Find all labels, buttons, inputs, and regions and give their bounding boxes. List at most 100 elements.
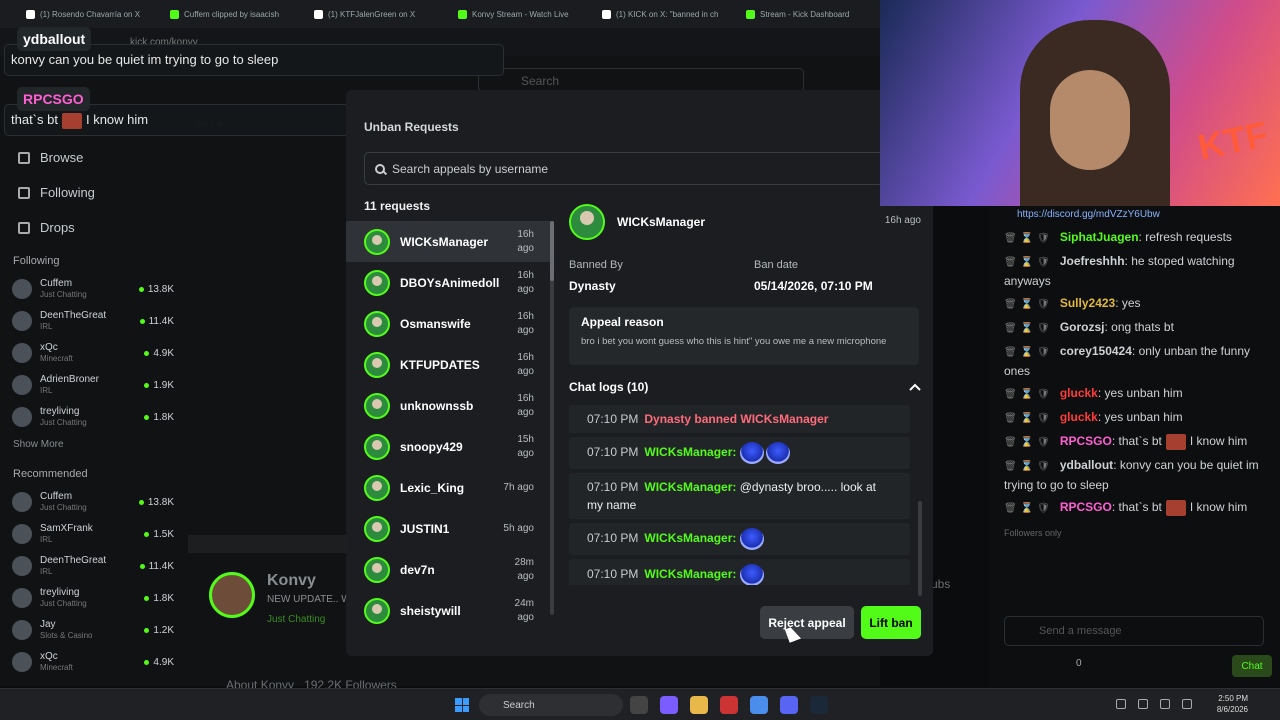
browser-tab[interactable]: Konvy Stream - Watch Live <box>452 4 592 24</box>
sidebar-channel[interactable]: AdrienBroner IRL 1.9K <box>0 369 188 401</box>
mod-actions-icon[interactable]: 🗑⌛🛡 <box>1004 299 1054 310</box>
steam-icon[interactable] <box>810 696 828 714</box>
mod-actions-icon[interactable]: 🗑⌛🛡 <box>1004 323 1054 334</box>
discord-icon[interactable] <box>780 696 798 714</box>
request-item[interactable]: snoopy429 15h ago <box>346 426 552 467</box>
browser-tab-label: Konvy Stream - Watch Live <box>472 9 569 19</box>
chat-message: 🗑⌛🛡 gluckk: yes unban him <box>1004 408 1266 428</box>
app-icon[interactable] <box>720 696 738 714</box>
send-message-input[interactable]: Send a message <box>1004 616 1264 646</box>
pinned-link[interactable]: https://discord.gg/mdVZzY6Ubw <box>1004 206 1266 224</box>
browser-tab[interactable]: (1) Rosendo Chavarría on X <box>20 4 160 24</box>
request-item[interactable]: DBOYsAnimedolls 16h ago <box>346 262 552 303</box>
lift-ban-button[interactable]: Lift ban <box>861 606 921 639</box>
chat-username[interactable]: gluckk <box>1060 410 1098 424</box>
mod-actions-icon[interactable]: 🗑⌛🛡 <box>1004 413 1054 424</box>
overlay-message-text: that`s bt <box>11 112 58 127</box>
wifi-icon[interactable] <box>1160 699 1170 709</box>
system-tray <box>1116 699 1192 709</box>
request-item[interactable]: Lexic_King 7h ago <box>346 467 552 508</box>
viewer-count: 4.9K <box>144 657 174 668</box>
reject-appeal-button[interactable]: Reject appeal <box>760 606 854 639</box>
sidebar-channel[interactable]: SamXFrank IRL 1.5K <box>0 518 188 550</box>
mod-actions-icon[interactable]: 🗑⌛🛡 <box>1004 389 1054 400</box>
chat-username[interactable]: Joefreshhh <box>1060 254 1125 268</box>
channel-name: xQc <box>40 342 58 353</box>
sidebar-channel[interactable]: treyliving Just Chatting 1.8K <box>0 582 188 614</box>
sidebar-item-browse[interactable]: Browse <box>0 140 188 175</box>
browser-tab[interactable]: (1) KTFJalenGreen on X <box>308 4 448 24</box>
mod-actions-icon[interactable]: 🗑⌛🛡 <box>1004 233 1054 244</box>
chat-username[interactable]: RPCSGO <box>1060 434 1112 448</box>
request-item[interactable]: sheistywill 24m ago <box>346 590 552 631</box>
chat-username[interactable]: gluckk <box>1060 386 1098 400</box>
mod-actions-icon[interactable]: 🗑⌛🛡 <box>1004 347 1054 358</box>
channel-category: IRL <box>40 386 53 395</box>
x-icon <box>602 9 611 19</box>
log-username: WICKsManager: <box>644 531 737 546</box>
clock[interactable]: 2:50 PM 8/6/2026 <box>1217 693 1248 715</box>
request-username: sheistywill <box>400 603 461 618</box>
sidebar-channel[interactable]: Cuffem Just Chatting 13.8K <box>0 273 188 305</box>
request-username: KTFUPDATES <box>400 357 480 372</box>
sidebar-item-following[interactable]: Following <box>0 175 188 210</box>
browser-tab[interactable]: Cuffem clipped by isaacish <box>164 4 304 24</box>
sidebar-channel[interactable]: Cuffem Just Chatting 13.8K <box>0 486 188 518</box>
viewer-count: 11.4K <box>140 561 174 572</box>
copilot-icon[interactable] <box>660 696 678 714</box>
sidebar-channel[interactable]: treyliving Just Chatting 1.8K <box>0 401 188 433</box>
request-item[interactable]: KTFUPDATES 16h ago <box>346 344 552 385</box>
appeals-search-input[interactable]: Search appeals by username <box>364 152 884 185</box>
browser-tab-label: (1) Rosendo Chavarría on X <box>40 9 141 19</box>
request-item[interactable]: Osmanswife 16h ago <box>346 303 552 344</box>
chat-log-scrollbar[interactable] <box>918 501 922 596</box>
chat-text: : yes <box>1115 296 1141 310</box>
show-more-link[interactable]: Show More <box>0 433 188 458</box>
sidebar-channel[interactable]: DeenTheGreat IRL 11.4K <box>0 305 188 337</box>
network-icon[interactable] <box>1138 699 1148 709</box>
chat-username[interactable]: Sully2423 <box>1060 296 1115 310</box>
chat-username[interactable]: RPCSGO <box>1060 500 1112 514</box>
browser-tab[interactable]: Stream - Kick Dashboard <box>740 4 880 24</box>
chat-username[interactable]: corey150424 <box>1060 344 1132 358</box>
emote-icon <box>1165 499 1186 516</box>
chat-send-button[interactable]: Chat <box>1232 655 1272 677</box>
sidebar-channel[interactable]: Jay Slots & Casino 1.2K <box>0 614 188 646</box>
sidebar-channel[interactable]: xQc Minecraft 4.9K <box>0 646 188 678</box>
avatar <box>12 375 32 395</box>
mod-actions-icon[interactable]: 🗑⌛🛡 <box>1004 503 1054 514</box>
requests-count: 11 requests <box>364 199 431 213</box>
browser-tab[interactable]: (1) KICK on X: "banned in ch <box>596 4 736 24</box>
kick-icon <box>170 9 179 19</box>
chat-logs-toggle[interactable]: Chat logs (10) <box>569 380 648 394</box>
chat-username[interactable]: ydballout <box>1060 458 1113 472</box>
mod-actions-icon[interactable]: 🗑⌛🛡 <box>1004 257 1054 268</box>
chat-message: 🗑⌛🛡 RPCSGO: that`s bt I know him <box>1004 432 1266 452</box>
chevron-up-icon[interactable] <box>1116 699 1126 709</box>
windows-start-icon[interactable] <box>455 698 469 712</box>
taskbar-apps <box>630 696 828 714</box>
mod-actions-icon[interactable]: 🗑⌛🛡 <box>1004 461 1054 472</box>
request-item[interactable]: WICKsManager 16h ago <box>346 221 552 262</box>
site-search-input[interactable]: Search <box>478 68 804 92</box>
request-item[interactable]: unknownssb 16h ago <box>346 385 552 426</box>
folder-icon[interactable] <box>690 696 708 714</box>
mod-actions-icon[interactable]: 🗑⌛🛡 <box>1004 437 1054 448</box>
channel-category: Just Chatting <box>40 599 87 608</box>
chat-username[interactable]: SiphatJuagen <box>1060 230 1139 244</box>
file-explorer-icon[interactable] <box>630 696 648 714</box>
chrome-icon[interactable] <box>750 696 768 714</box>
speaker-icon[interactable] <box>1182 699 1192 709</box>
sidebar-channel[interactable]: xQc Minecraft 4.9K <box>0 337 188 369</box>
request-item[interactable]: JUSTIN1 5h ago <box>346 508 552 549</box>
chevron-up-icon[interactable] <box>908 381 922 393</box>
request-item[interactable]: dev7n 28m ago <box>346 549 552 590</box>
log-time: 07:10 PM <box>587 531 639 546</box>
sidebar-item-label: Browse <box>40 150 84 165</box>
sidebar-item-drops[interactable]: Drops <box>0 210 188 245</box>
sidebar-channel[interactable]: DeenTheGreat IRL 11.4K <box>0 550 188 582</box>
channel-avatar[interactable] <box>209 572 255 618</box>
taskbar-search[interactable]: Search <box>479 694 623 716</box>
stream-category[interactable]: Just Chatting <box>267 614 325 625</box>
chat-username[interactable]: Gorozsj <box>1060 320 1105 334</box>
